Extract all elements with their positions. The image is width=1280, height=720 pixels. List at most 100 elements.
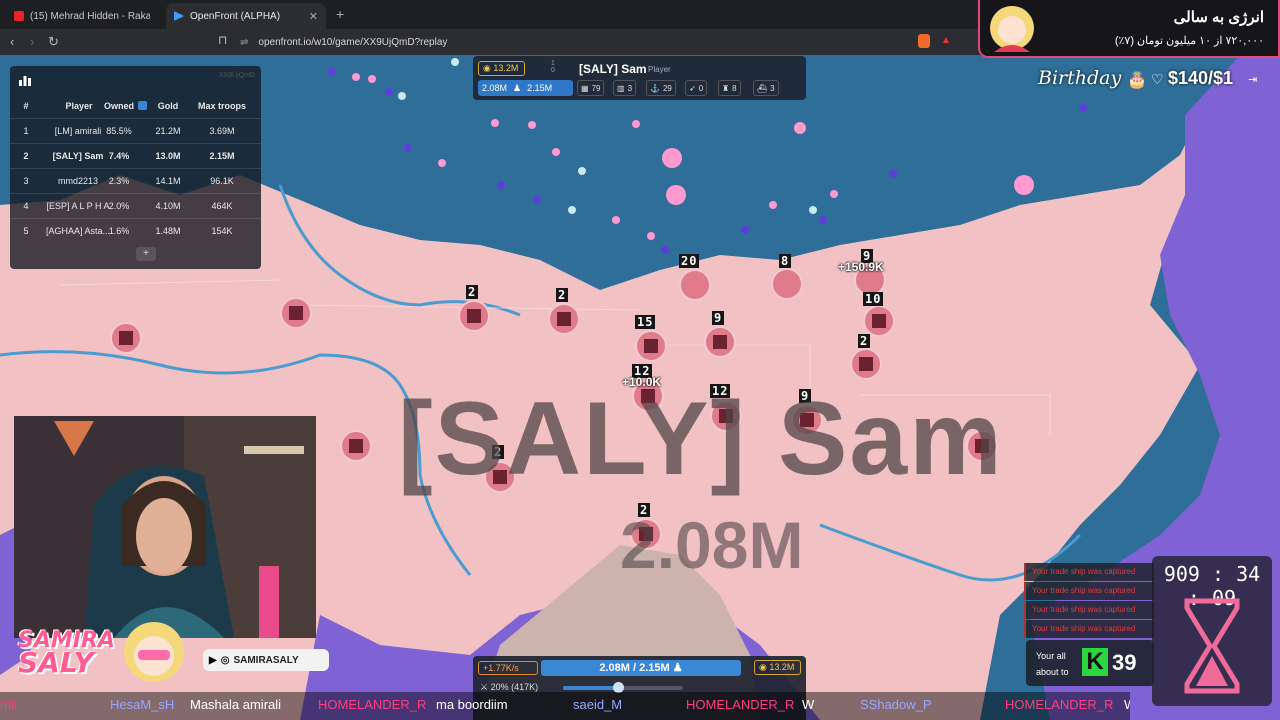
row-gold: 1.48M xyxy=(155,226,181,236)
row-gold: 21.2M xyxy=(155,126,181,136)
city-level-label: 10 xyxy=(863,292,884,306)
chat-user: HesaM_sH xyxy=(110,697,175,712)
streamer-video xyxy=(14,416,316,638)
row-rank: 5 xyxy=(23,226,29,236)
chat-user: SShadow_P xyxy=(860,697,932,712)
warship-icon: ⛴ xyxy=(757,83,768,93)
chat-message: W xyxy=(802,697,815,712)
instagram-icon: ◎ xyxy=(220,654,230,666)
bookmark-icon[interactable]: ⊓ xyxy=(218,33,227,47)
heart-icon: ♡ xyxy=(1151,71,1164,87)
event-message: Your trade ship was captured xyxy=(1024,601,1154,619)
building-icon: ▦ xyxy=(581,83,589,93)
reload-icon[interactable]: ↻ xyxy=(48,34,59,50)
kick-label: Your all about to xyxy=(1036,651,1069,677)
forward-icon[interactable]: › xyxy=(30,34,34,49)
row-max-troops: 2.15M xyxy=(209,151,235,161)
col-max-troops[interactable]: Max troops xyxy=(192,94,252,118)
row-owned: 85.5% xyxy=(106,126,132,136)
youtube-icon: ▶ xyxy=(209,654,217,666)
row-gold: 14.1M xyxy=(155,176,181,186)
tab-youtube[interactable]: (15) Mehrad Hidden - Rakab (Of xyxy=(6,3,158,29)
city-level-label: 2 xyxy=(556,288,569,302)
territory-name-label: [SALY] Sam xyxy=(398,381,1004,497)
chat-user: mii xyxy=(0,697,17,712)
cake-icon: 🎂 xyxy=(1127,72,1147,89)
table-row[interactable]: 1 [LM] amirali 85.5% 21.2M 3.69M xyxy=(10,118,261,142)
hourglass-icon xyxy=(1184,598,1240,694)
chat-message: Mashala amirali xyxy=(190,697,282,712)
stat-cities: ▥ 3 xyxy=(613,80,637,96)
attack-ratio-slider[interactable] xyxy=(563,682,683,693)
row-owned: 1.6% xyxy=(108,226,130,236)
exit-icon[interactable]: ⇥ xyxy=(1248,73,1257,86)
troop-rate: +1.77K/s xyxy=(478,661,538,675)
row-max-troops: 154K xyxy=(211,226,233,236)
city-level-label: 9 xyxy=(712,311,725,325)
avatar xyxy=(990,6,1034,52)
troop-gain-text: +150.9K xyxy=(838,260,884,274)
stat-ports: ⚓ 29 xyxy=(646,80,676,96)
coin-icon: ◉ xyxy=(483,63,494,73)
territory-troops-label: 2.08M xyxy=(620,508,804,582)
chart-icon[interactable] xyxy=(18,74,32,86)
chat-message: ma boordiim xyxy=(436,697,508,712)
brave-shield-icon[interactable] xyxy=(918,34,930,48)
birthday-goal-amount: $140/$1 xyxy=(1168,68,1234,88)
table-row[interactable]: 4 [ESP] A L P H A 2.0% 4.10M 464K xyxy=(10,193,261,217)
city-level-label: 15 xyxy=(635,315,656,329)
tab-title: (15) Mehrad Hidden - Rakab (Of xyxy=(30,10,150,22)
city-level-label: 2 xyxy=(858,334,871,348)
row-gold: 13.0M xyxy=(155,151,181,161)
donation-goal-overlay: انرژی به سالی ۷۲۰,۰۰۰ از ۱۰ میلیون تومان… xyxy=(978,0,1280,58)
row-max-troops: 3.69M xyxy=(209,126,235,136)
kick-viewers-overlay: Your all about to K 39 xyxy=(1026,640,1154,686)
troop-bar: 2.08M / 2.15M ♟ xyxy=(541,660,741,676)
row-owned: 2.3% xyxy=(108,176,130,186)
tab-openfront[interactable]: OpenFront (ALPHA) ✕ xyxy=(166,3,326,29)
chat-user: saeid_M xyxy=(573,697,623,712)
birthday-goal-label: Birthday xyxy=(1038,67,1122,89)
site-info-icon[interactable]: ⇌ xyxy=(240,37,248,48)
gold-display: ◉ 13.2M xyxy=(478,61,525,76)
social-handle-badge: ▶ ◎ SAMIRASALY xyxy=(203,649,329,671)
player-name: [SALY] Sam xyxy=(579,62,647,76)
stat-factories: ♜ 8 xyxy=(718,80,741,96)
event-message: Your trade ship was captured xyxy=(1024,582,1154,600)
troops-icon: ♟ xyxy=(513,82,522,93)
sort-icon[interactable] xyxy=(138,101,147,110)
player-info-panel: ◉ 13.2M 10 [SALY] Sam Player 2.08M ♟ 2.1… xyxy=(473,56,806,100)
row-rank: 2 xyxy=(23,151,29,161)
new-tab-icon[interactable]: + xyxy=(336,6,344,22)
donation-progress: ۷۲۰,۰۰۰ از ۱۰ میلیون تومان (۷٪) xyxy=(1114,35,1264,47)
leaderboard-panel: XX9UjQmD # Player Owned Gold Max troops … xyxy=(10,66,261,269)
rewards-icon[interactable]: ▲ xyxy=(941,35,951,46)
col-gold[interactable]: Gold xyxy=(148,94,188,118)
gold-display: ◉ 13.2M xyxy=(754,660,801,675)
row-rank: 1 xyxy=(23,126,29,136)
col-rank: # xyxy=(23,101,29,111)
leaderboard-header: # Player Owned Gold Max troops xyxy=(10,94,261,116)
city-level-label: 20 xyxy=(679,254,700,268)
col-owned[interactable]: Owned xyxy=(98,94,140,118)
port-icon: ⚓ xyxy=(650,83,660,93)
score-display: 10 xyxy=(551,60,555,74)
row-max-troops: 96.1K xyxy=(210,176,234,186)
stat-warships: ⛴ 3 xyxy=(753,80,779,96)
kick-icon: K xyxy=(1082,648,1108,676)
back-icon[interactable]: ‹ xyxy=(10,34,14,49)
slider-fill xyxy=(563,686,617,690)
chat-user: HOMELANDER_R xyxy=(1005,697,1114,712)
player-type: Player xyxy=(648,65,671,74)
avatar xyxy=(124,622,184,682)
url-field[interactable]: ⇌ openfront.io/w10/game/XX9UjQmD?replay xyxy=(240,32,930,52)
troops-icon: ♟ xyxy=(672,662,683,674)
table-row[interactable]: 5 [AGHAA] Asta... 1.6% 1.48M 154K xyxy=(10,218,261,242)
table-row[interactable]: 3 mmd2213 2.3% 14.1M 96.1K xyxy=(10,168,261,192)
row-rank: 4 xyxy=(23,201,29,211)
expand-leaderboard-button[interactable]: + xyxy=(136,247,156,261)
chat-message: W xyxy=(1124,697,1130,712)
logo-line2: SALY xyxy=(18,646,94,679)
close-tab-icon[interactable]: ✕ xyxy=(309,10,318,23)
table-row[interactable]: 2 [SALY] Sam 7.4% 13.0M 2.15M xyxy=(10,143,261,167)
